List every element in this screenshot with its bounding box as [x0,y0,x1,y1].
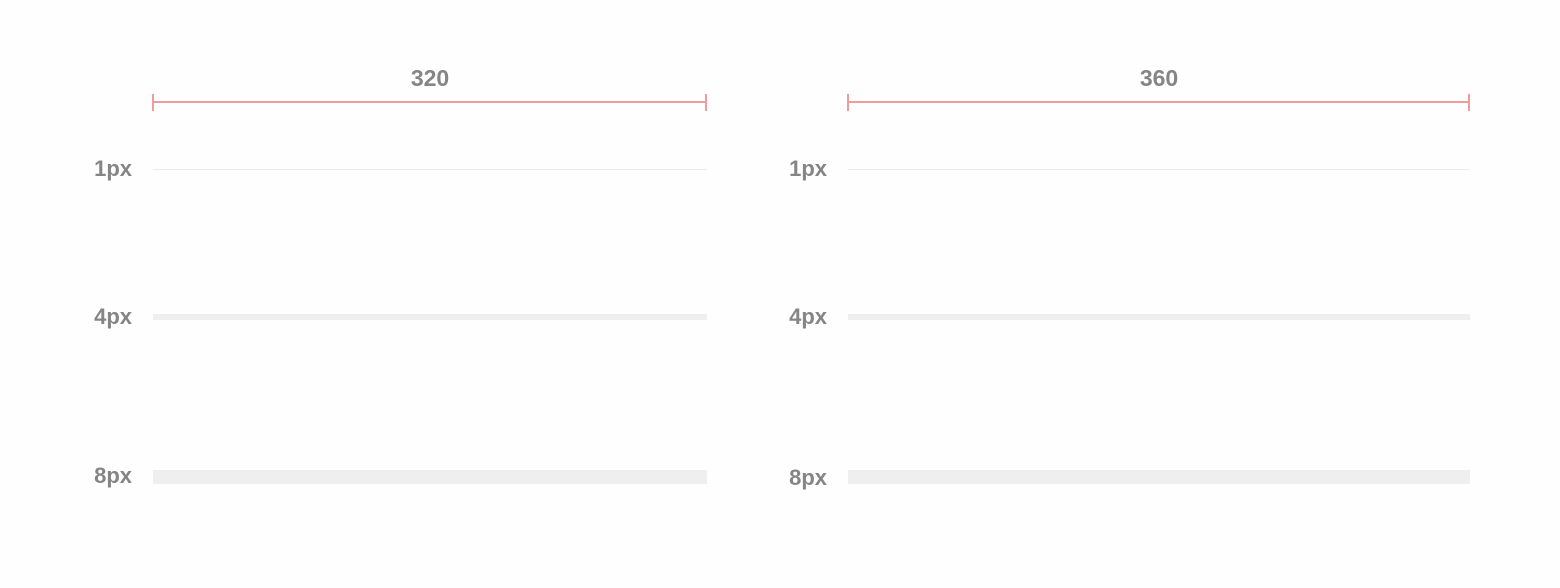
measure-tick-start [847,94,849,111]
row-label-8px: 8px [789,465,827,490]
row-label-4px: 4px [94,304,132,329]
measure-tick-end [1468,94,1470,111]
divider-1px [153,169,707,170]
width-measure-line [848,101,1470,103]
panel-320: 320 1px 4px 8px [0,0,760,588]
row-label-4px: 4px [789,304,827,329]
divider-1px [848,169,1470,170]
width-measure-line [153,101,707,103]
width-label: 360 [1139,65,1179,91]
row-label-1px: 1px [94,156,132,181]
divider-4px [153,314,707,320]
panel-360: 360 1px 4px 8px [760,0,1560,588]
divider-8px [848,470,1470,484]
row-label-8px: 8px [94,463,132,488]
width-label: 320 [410,65,450,91]
divider-8px [153,470,707,484]
divider-4px [848,314,1470,320]
row-label-1px: 1px [789,156,827,181]
measure-tick-start [152,94,154,111]
measure-tick-end [705,94,707,111]
